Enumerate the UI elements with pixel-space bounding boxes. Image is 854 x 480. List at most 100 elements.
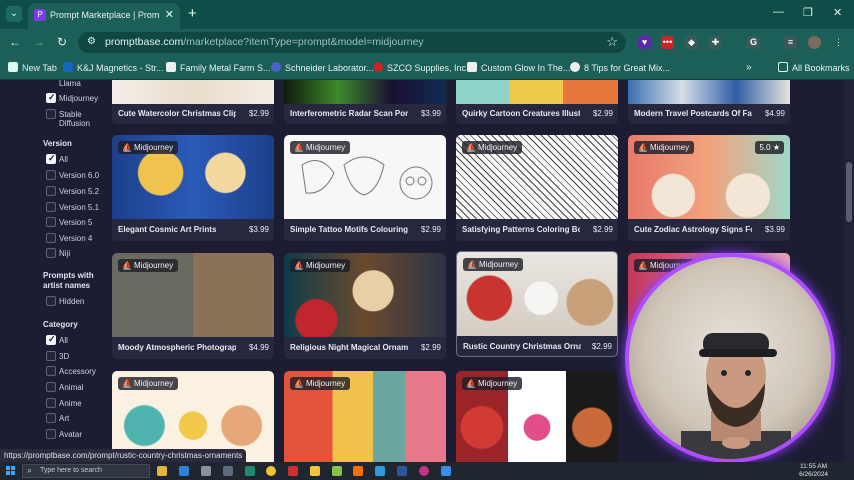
kj-icon (63, 62, 73, 72)
store-icon[interactable] (179, 466, 189, 476)
word-icon[interactable] (397, 466, 407, 476)
prompt-title: Simple Tattoo Motifs Colouring Pages (290, 225, 408, 234)
checkbox[interactable] (46, 398, 56, 408)
checkbox[interactable] (46, 334, 56, 345)
menu-kebab-icon[interactable]: ⋮ (832, 36, 845, 49)
checkbox[interactable] (46, 382, 56, 392)
illustrator-icon[interactable] (353, 466, 363, 476)
address-bar[interactable]: ⚙ promptbase.com/marketplace?itemType=pr… (78, 32, 626, 53)
category-heading: Category (43, 320, 78, 329)
shield-icon[interactable]: ◆ (685, 36, 698, 49)
prompt-card[interactable]: Modern Travel Postcards Of Famous... $4.… (628, 80, 790, 124)
checkbox[interactable] (46, 92, 56, 103)
sticky-notes-icon[interactable] (310, 466, 320, 476)
folder-icon (778, 62, 788, 72)
filter-label: All (59, 336, 68, 345)
prompt-title: Rustic Country Christmas Ornaments (463, 342, 581, 351)
link-status-bar: https://promptbase.com/prompt/rustic-cou… (0, 449, 247, 462)
back-icon[interactable]: ← (9, 35, 21, 49)
prompt-card[interactable]: Midjourney Rustic Country Christmas Orna… (456, 251, 618, 357)
prompt-card[interactable]: Midjourney Simple Tattoo Motifs Colourin… (284, 135, 446, 241)
extensions-puzzle-icon[interactable]: ✚ (709, 36, 722, 49)
prompt-card[interactable]: Interferometric Radar Scan Portraits $3.… (284, 80, 446, 124)
more-bookmarks-icon[interactable]: » (746, 62, 752, 73)
checkbox[interactable] (46, 217, 56, 227)
szco-icon (373, 62, 383, 72)
app-icon[interactable] (201, 466, 211, 476)
bookmark-item[interactable]: Custom Glow In The... (467, 62, 570, 73)
taskbar-search-input[interactable]: ⌕ Type here to search (22, 464, 150, 478)
prompt-card[interactable]: Quirky Cartoon Creatures Illustratio... … (456, 80, 618, 124)
chrome-icon[interactable] (266, 466, 276, 476)
new-tab-icon[interactable]: + (188, 5, 197, 22)
prompt-card[interactable]: Cute Watercolor Christmas Cliparts $2.99 (112, 80, 274, 124)
tab-close-icon[interactable]: ✕ (165, 8, 174, 21)
checkbox[interactable] (46, 413, 56, 423)
prompt-price: $3.99 (764, 225, 785, 234)
bookmark-star-icon[interactable]: ☆ (606, 34, 618, 50)
site-info-icon[interactable]: ⚙ (87, 36, 99, 48)
filter-label: Llama (59, 80, 81, 88)
model-badge: Midjourney (463, 258, 524, 271)
app-icon[interactable] (419, 466, 429, 476)
bookmark-item[interactable]: Schneider Laborator... (271, 62, 374, 73)
windows-start-icon[interactable] (6, 466, 16, 476)
reading-list-icon[interactable]: ≡ (784, 36, 797, 49)
windows-taskbar: ⌕ Type here to search 11:55 AM 6/26/2024 (0, 462, 854, 480)
url-text[interactable]: promptbase.com/marketplace?itemType=prom… (105, 36, 424, 48)
prompt-card[interactable]: Midjourney 5.0 ★ Cute Zodiac Astrology S… (628, 135, 790, 241)
forward-icon[interactable]: → (33, 35, 45, 49)
bookmark-item[interactable]: Family Metal Farm S... (166, 62, 271, 73)
scrollbar-thumb[interactable] (846, 162, 852, 222)
app-icon[interactable] (332, 466, 342, 476)
rating-badge: 5.0 ★ (755, 141, 784, 154)
bookmark-item[interactable]: New Tab (8, 62, 57, 73)
reload-icon[interactable]: ↻ (57, 35, 67, 49)
prompt-price: $4.99 (764, 109, 785, 118)
grammarly-icon[interactable]: G (747, 36, 760, 49)
checkbox[interactable] (46, 153, 56, 164)
prompt-card[interactable]: Midjourney (284, 371, 446, 462)
extension-icon[interactable]: ♥ (638, 36, 651, 49)
minimize-icon[interactable]: — (773, 6, 784, 18)
checkbox[interactable] (46, 186, 56, 196)
checkbox[interactable] (46, 296, 56, 306)
bookmarks-bar: New Tab K&J Magnetics - Str... Family Me… (0, 55, 854, 80)
tab-active[interactable]: P Prompt Marketplace | PromptB... ✕ (28, 3, 180, 29)
prompt-card[interactable]: Midjourney Elegant Cosmic Art Prints $3.… (112, 135, 274, 241)
calculator-icon[interactable] (223, 466, 233, 476)
file-explorer-icon[interactable] (157, 466, 167, 476)
checkbox[interactable] (46, 202, 56, 212)
prompt-card[interactable]: Midjourney Satisfying Patterns Coloring … (456, 135, 618, 241)
checkbox[interactable] (46, 366, 56, 376)
checkbox[interactable] (46, 429, 56, 439)
url-host: promptbase.com (105, 36, 184, 48)
app-icon[interactable] (245, 466, 255, 476)
extension-icon[interactable]: ••• (661, 36, 674, 49)
bookmark-item[interactable]: 8 Tips for Great Mix... (570, 62, 670, 73)
profile-avatar[interactable] (808, 36, 821, 49)
app-icon[interactable] (288, 466, 298, 476)
filter-label: Hidden (59, 297, 85, 306)
taskbar-clock[interactable]: 11:55 AM 6/26/2024 (799, 463, 828, 479)
prompt-thumbnail (112, 80, 274, 104)
tab-search-icon[interactable]: ⌄ (6, 6, 22, 22)
bookmark-item[interactable]: K&J Magnetics - Str... (63, 62, 164, 73)
checkbox[interactable] (46, 351, 56, 361)
artist-names-heading-2: artist names (43, 281, 91, 290)
all-bookmarks[interactable]: All Bookmarks (778, 62, 850, 73)
page-scrollbar[interactable] (844, 80, 854, 462)
photoshop-icon[interactable] (375, 466, 385, 476)
checkbox[interactable] (46, 233, 56, 243)
app-icon[interactable] (441, 466, 451, 476)
prompt-card[interactable]: Midjourney Religious Night Magical Ornam… (284, 253, 446, 359)
restore-icon[interactable]: ❐ (803, 6, 813, 19)
window-close-icon[interactable]: ✕ (833, 6, 842, 19)
checkbox[interactable] (46, 170, 56, 180)
bookmark-item[interactable]: SZCO Supplies, Inc. (373, 62, 469, 73)
prompt-card[interactable]: Midjourney Moody Atmospheric Photographs… (112, 253, 274, 359)
prompt-card[interactable]: Midjourney (456, 371, 618, 462)
prompt-thumbnail (628, 80, 790, 104)
checkbox[interactable] (46, 109, 56, 119)
checkbox[interactable] (46, 248, 56, 258)
